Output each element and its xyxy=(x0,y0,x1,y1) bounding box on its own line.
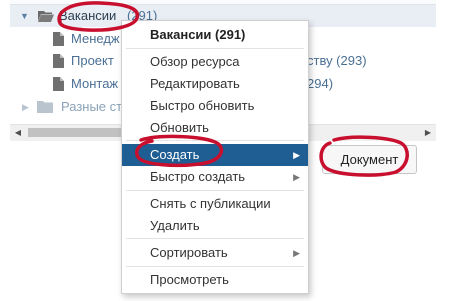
annotation-circle-vacancies xyxy=(57,1,140,32)
annotation-circle-create xyxy=(135,134,224,168)
annotation-circle-document xyxy=(319,135,409,177)
annotation-marks xyxy=(57,1,409,177)
